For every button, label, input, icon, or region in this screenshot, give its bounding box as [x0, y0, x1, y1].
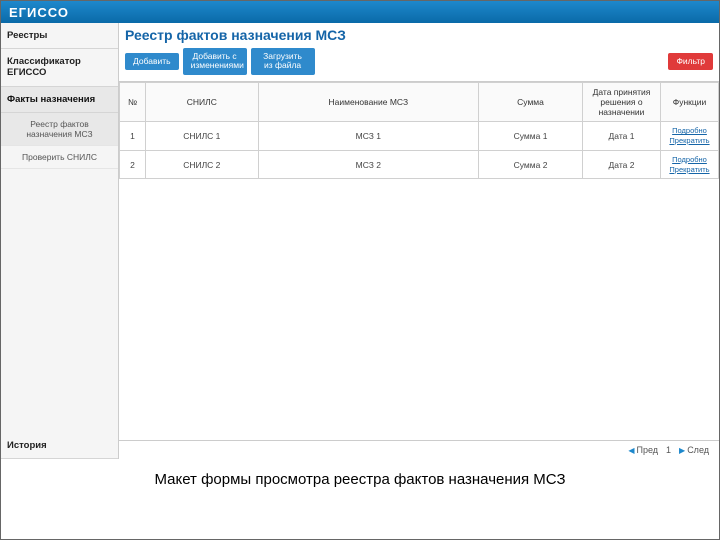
col-func: Функции — [661, 82, 719, 122]
pager-page: 1 — [666, 445, 671, 455]
col-name: Наименование МСЗ — [258, 82, 478, 122]
cell-name: МСЗ 2 — [258, 150, 478, 179]
cell-func: Подробно Прекратить — [661, 150, 719, 179]
toolbar: Добавить Добавить с изменениями Загрузит… — [119, 46, 719, 82]
top-bar: ЕГИССО — [1, 1, 719, 23]
detail-link[interactable]: Подробно — [664, 126, 715, 136]
pager-next[interactable]: ▶След — [679, 445, 709, 455]
cell-sum: Сумма 2 — [479, 150, 583, 179]
pager-prev[interactable]: ◀Пред — [628, 445, 658, 455]
table-row: 2 СНИЛС 2 МСЗ 2 Сумма 2 Дата 2 Подробно … — [120, 150, 719, 179]
main-panel: Реестр фактов назначения МСЗ Добавить До… — [119, 23, 719, 459]
sidebar-item-facts[interactable]: Факты назначения — [1, 87, 118, 113]
col-date: Дата принятия решения о назначении — [583, 82, 661, 122]
table-row: 1 СНИЛС 1 МСЗ 1 Сумма 1 Дата 1 Подробно … — [120, 122, 719, 151]
cell-snils: СНИЛС 1 — [146, 122, 259, 151]
col-sum: Сумма — [479, 82, 583, 122]
page-title: Реестр фактов назначения МСЗ — [119, 23, 719, 46]
facts-table: № СНИЛС Наименование МСЗ Сумма Дата прин… — [119, 82, 719, 180]
col-num: № — [120, 82, 146, 122]
col-snils: СНИЛС — [146, 82, 259, 122]
stop-link[interactable]: Прекратить — [664, 136, 715, 146]
cell-func: Подробно Прекратить — [661, 122, 719, 151]
detail-link[interactable]: Подробно — [664, 155, 715, 165]
cell-num: 1 — [120, 122, 146, 151]
stop-link[interactable]: Прекратить — [664, 165, 715, 175]
pager: ◀Пред 1 ▶След — [119, 440, 719, 459]
cell-num: 2 — [120, 150, 146, 179]
cell-date: Дата 2 — [583, 150, 661, 179]
add-button[interactable]: Добавить — [125, 53, 179, 70]
sidebar: Реестры Классификатор ЕГИССО Факты назна… — [1, 23, 119, 459]
brand-logo: ЕГИССО — [9, 5, 69, 20]
sidebar-item-classifier[interactable]: Классификатор ЕГИССО — [1, 49, 118, 87]
figure-caption: Макет формы просмотра реестра фактов наз… — [1, 459, 719, 488]
cell-sum: Сумма 1 — [479, 122, 583, 151]
add-with-changes-button[interactable]: Добавить с изменениями — [183, 48, 247, 75]
cell-name: МСЗ 1 — [258, 122, 478, 151]
cell-snils: СНИЛС 2 — [146, 150, 259, 179]
cell-date: Дата 1 — [583, 122, 661, 151]
sidebar-sub-check-snils[interactable]: Проверить СНИЛС — [1, 146, 118, 169]
chevron-left-icon: ◀ — [628, 446, 634, 455]
sidebar-item-history[interactable]: История — [1, 433, 118, 459]
filter-button[interactable]: Фильтр — [668, 53, 713, 70]
upload-from-file-button[interactable]: Загрузить из файла — [251, 48, 315, 75]
chevron-right-icon: ▶ — [679, 446, 685, 455]
sidebar-item-registries[interactable]: Реестры — [1, 23, 118, 49]
sidebar-sub-msz-registry[interactable]: Реестр фактов назначения МСЗ — [1, 113, 118, 146]
